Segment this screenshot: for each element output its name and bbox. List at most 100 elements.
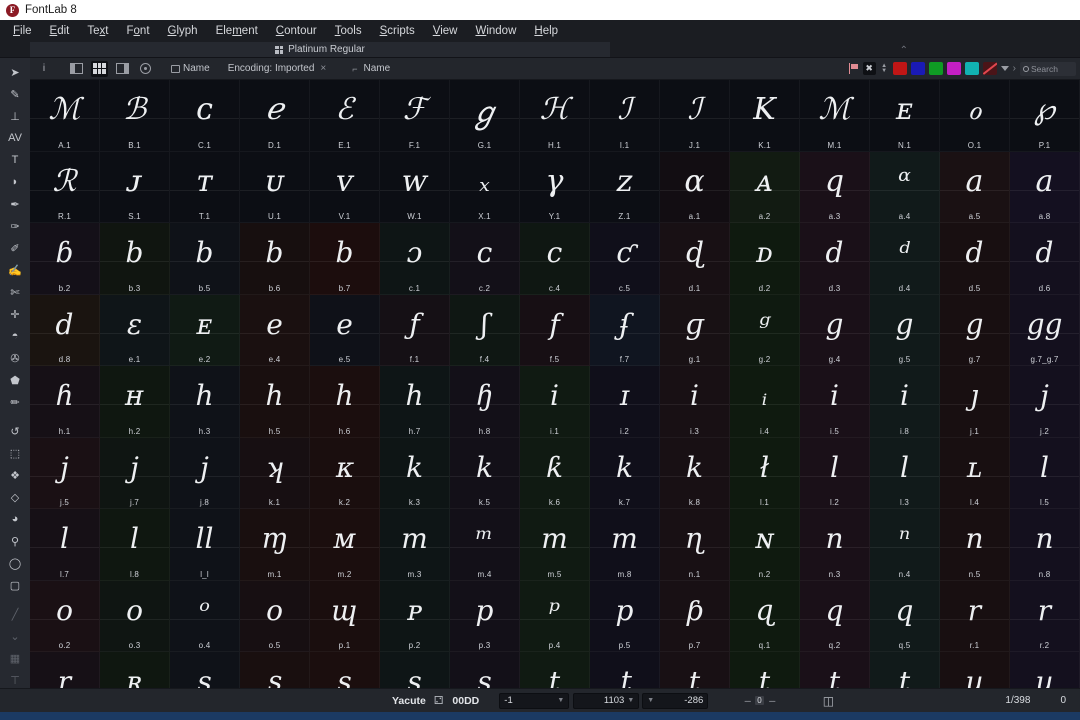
glyph-cell[interactable]: ss.3 [310, 652, 380, 688]
glyph-cell[interactable]: ℊG.1 [450, 80, 520, 152]
glyph-cell[interactable]: ℬB.1 [100, 80, 170, 152]
glyph-cell[interactable]: ii.1 [520, 366, 590, 438]
advance-width-field[interactable]: 1103 ▼ [573, 693, 639, 709]
pencil-tool[interactable]: ✍ [4, 259, 26, 281]
pen-draw-tool[interactable]: ✏ [4, 391, 26, 413]
glyph-cell[interactable]: kk.3 [380, 438, 450, 510]
info-button[interactable]: i [36, 61, 52, 77]
glyph-cell[interactable]: ss.4 [380, 652, 450, 688]
kerning-tool[interactable]: AV [4, 127, 26, 149]
glyph-cell[interactable]: aa.5 [940, 152, 1010, 224]
glyph-cell[interactable]: oo.5 [240, 581, 310, 653]
right-sidebearing-field[interactable]: ▼ -286 [642, 693, 708, 709]
glyph-cell[interactable]: ƥp.7 [660, 581, 730, 653]
menu-item-text[interactable]: Text [78, 22, 117, 40]
glyph-cell[interactable]: ɛe.1 [100, 295, 170, 367]
glyph-cell[interactable]: ℳA.1 [30, 80, 100, 152]
glyph-cell[interactable]: ʃf.4 [450, 295, 520, 367]
glyph-cell[interactable]: ʜh.2 [100, 366, 170, 438]
menu-item-tools[interactable]: Tools [326, 22, 371, 40]
glyph-cell[interactable]: jj.8 [170, 438, 240, 510]
color-swatch-cyan[interactable] [965, 62, 979, 75]
glyph-cell[interactable]: ℘P.1 [1010, 80, 1080, 152]
glyph-cell[interactable]: ʞk.1 [240, 438, 310, 510]
chevron-down-icon[interactable]: ▼ [647, 697, 654, 704]
glyph-cell[interactable]: ɱm.1 [240, 509, 310, 581]
glyph-cell[interactable]: ii.5 [800, 366, 870, 438]
glyph-cell[interactable]: nn.3 [800, 509, 870, 581]
glyph-cell[interactable]: ʟl.4 [940, 438, 1010, 510]
glyph-cell[interactable]: ᴅd.2 [730, 223, 800, 295]
glyph-cell[interactable]: ᴡW.1 [380, 152, 450, 224]
glyph-cell[interactable]: pp.5 [590, 581, 660, 653]
glyph-cell[interactable]: ɖd.1 [660, 223, 730, 295]
menu-item-edit[interactable]: Edit [41, 22, 79, 40]
document-tab-platinum-regular[interactable]: Platinum Regular [30, 42, 610, 57]
glyph-cell[interactable]: nn.8 [1010, 509, 1080, 581]
glyph-cell[interactable]: ℯD.1 [240, 80, 310, 152]
power-tool[interactable]: ⬟ [4, 369, 26, 391]
glyph-cell[interactable]: jj.5 [30, 438, 100, 510]
glyph-cell[interactable]: ȷj.1 [940, 366, 1010, 438]
left-sidebearing-field[interactable]: -1 ▼ [499, 693, 569, 709]
glyph-cell[interactable]: oo.3 [100, 581, 170, 653]
glyph-cell[interactable]: ℰE.1 [310, 80, 380, 152]
rectangle-tool[interactable]: ▢ [4, 574, 26, 596]
menu-item-contour[interactable]: Contour [267, 22, 326, 40]
glyph-cell[interactable]: pp.3 [450, 581, 520, 653]
encoding-close-icon[interactable]: × [320, 63, 326, 74]
edit-node-tool[interactable]: ✎ [4, 83, 26, 105]
glyph-cell[interactable]: ℐI.1 [590, 80, 660, 152]
glyph-cell[interactable]: bb.5 [170, 223, 240, 295]
glyph-cell[interactable]: bb.7 [310, 223, 380, 295]
glyph-cell[interactable]: kk.7 [590, 438, 660, 510]
glyph-cell[interactable]: ƙk.6 [520, 438, 590, 510]
glyph-cell[interactable]: ᴊS.1 [100, 152, 170, 224]
glyph-cell[interactable]: hh.3 [170, 366, 240, 438]
glyph-cell[interactable]: ss.1 [170, 652, 240, 688]
glyph-cell[interactable]: tt.4 [730, 652, 800, 688]
glyph-cell[interactable]: bb.3 [100, 223, 170, 295]
glyph-cell[interactable]: ll.8 [100, 509, 170, 581]
scissors-tool[interactable]: ✄ [4, 281, 26, 303]
layers-icon[interactable]: ◫ [823, 694, 834, 708]
glyph-cell[interactable]: KK.1 [730, 80, 800, 152]
sort-updown-icon[interactable]: ▲▼ [880, 62, 889, 75]
eyedropper-tool[interactable]: ⚲ [4, 530, 26, 552]
glyph-cell[interactable]: cc.4 [520, 223, 590, 295]
glyph-cell[interactable]: ɳn.1 [660, 509, 730, 581]
no-color-icon[interactable] [983, 62, 997, 75]
glyph-cell[interactable]: ᴜU.1 [240, 152, 310, 224]
text-tool[interactable]: T [4, 149, 26, 171]
glyph-cell[interactable]: dd.8 [30, 295, 100, 367]
glyph-cell[interactable]: hh.5 [240, 366, 310, 438]
glyph-grid[interactable]: ℳA.1ℬB.1ᴄC.1ℯD.1ℰE.1ℱF.1ℊG.1ℋH.1ℐI.1ℐJ.1… [30, 80, 1080, 688]
glyph-cell[interactable]: tt.6 [870, 652, 940, 688]
glyph-cell[interactable]: qa.3 [800, 152, 870, 224]
search-input[interactable]: Search [1020, 62, 1076, 76]
glyph-cell[interactable]: ᴇN.1 [870, 80, 940, 152]
glyph-cell[interactable]: ᵖp.4 [520, 581, 590, 653]
glyph-cell[interactable]: ᵐm.4 [450, 509, 520, 581]
glyph-cell[interactable]: mm.8 [590, 509, 660, 581]
glyph-cell[interactable]: hh.7 [380, 366, 450, 438]
glyph-cell[interactable]: ᴢZ.1 [590, 152, 660, 224]
glyph-cell[interactable]: ᵍg.2 [730, 295, 800, 367]
glyph-cell[interactable]: gg.7 [940, 295, 1010, 367]
glyph-cell[interactable]: gg.4 [800, 295, 870, 367]
glyph-cell[interactable]: ᵅa.4 [870, 152, 940, 224]
glyph-cell[interactable]: ii.3 [660, 366, 730, 438]
glyph-cell[interactable]: lll_l [170, 509, 240, 581]
chevron-down-icon[interactable]: ▼ [557, 697, 564, 704]
slant-tool[interactable]: ◇ [4, 486, 26, 508]
glyph-cell[interactable]: ff.5 [520, 295, 590, 367]
glyph-cell[interactable]: ᴘp.2 [380, 581, 450, 653]
encoding-label[interactable]: Encoding: Imported [228, 63, 315, 74]
glyph-cell[interactable]: ᴛT.1 [170, 152, 240, 224]
clear-mark-icon[interactable]: ✖ [863, 62, 876, 75]
grid-view-toggle[interactable] [91, 61, 108, 77]
glyph-cell[interactable]: ᴍm.2 [310, 509, 380, 581]
glyph-cell[interactable]: ℛR.1 [30, 152, 100, 224]
glyph-cell[interactable]: ggg.7_g.7 [1010, 295, 1080, 367]
preview-toggle[interactable] [137, 61, 153, 77]
